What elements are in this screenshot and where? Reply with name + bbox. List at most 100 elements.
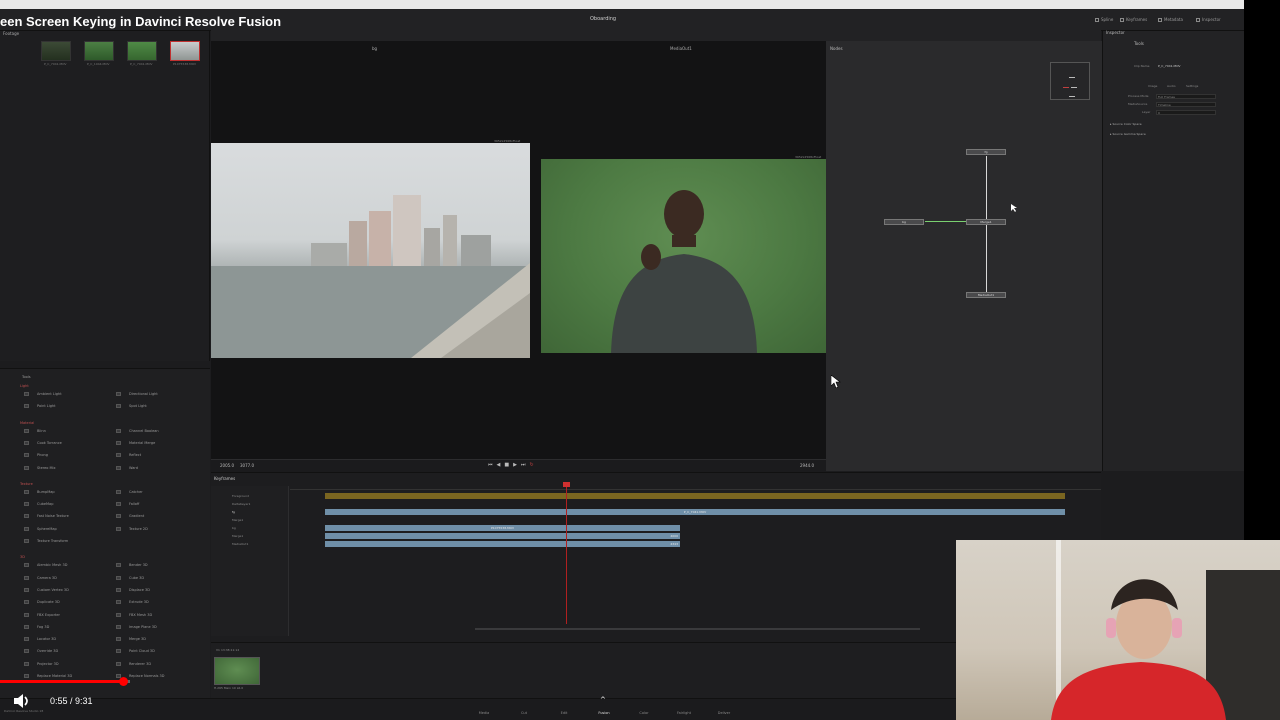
nodes-panel[interactable] <box>826 41 1102 471</box>
effects-category[interactable]: Material <box>20 421 34 425</box>
bg-clip-track[interactable]: P1075538.MOV <box>325 525 680 531</box>
image-subtab[interactable]: Image <box>1148 84 1157 88</box>
render-end-field[interactable]: 3077.0 <box>240 463 254 468</box>
effects-tool-item[interactable]: Phong <box>24 453 48 458</box>
effects-tool-item[interactable]: CubeMap <box>24 502 53 507</box>
node-mediaout1[interactable]: MediaOut1 <box>966 292 1006 298</box>
effects-tool-item[interactable]: Extrude 3D <box>116 600 149 605</box>
foreground-greenscreen-viewer[interactable] <box>541 159 826 353</box>
audio-subtab[interactable]: Audio <box>1167 84 1176 88</box>
effects-tool-item[interactable]: Fog 3D <box>24 624 49 629</box>
page-tab-cut[interactable]: Cut <box>509 711 539 715</box>
page-tab-color[interactable]: Color <box>629 711 659 715</box>
effects-tool-item[interactable]: FBX Exporter <box>24 612 60 617</box>
page-tab-fairlight[interactable]: Fairlight <box>669 711 699 715</box>
metadata-button[interactable]: Metadata <box>1158 17 1183 22</box>
effects-tool-item[interactable]: Override 3D <box>24 649 58 654</box>
kf-tree-item[interactable]: DeltaKeyer1 <box>232 502 250 506</box>
play-icon[interactable]: ▶ <box>513 462 521 468</box>
effects-tool-item[interactable]: Gradient <box>116 514 144 519</box>
effects-tool-item[interactable]: Replace Material 3D <box>24 674 72 678</box>
pool-bin-label[interactable]: Footage <box>3 31 19 36</box>
render-start-field[interactable]: 2005.0 <box>220 463 234 468</box>
effects-tool-item[interactable]: Renderer 3D <box>116 661 151 666</box>
effects-tool-item[interactable]: Duplicate 3D <box>24 600 60 605</box>
layer-select[interactable]: 0 <box>1156 110 1216 115</box>
effects-tool-item[interactable]: FBX Mesh 3D <box>116 612 152 617</box>
inspector-tools-tab[interactable]: Tools <box>1134 41 1144 46</box>
source-gamma-space-section[interactable]: ▸ Source Gamma Space <box>1110 132 1146 136</box>
effects-tool-item[interactable]: Reflect <box>116 453 141 458</box>
effects-tool-item[interactable]: Alembic Mesh 3D <box>24 563 67 568</box>
timeline-clip-thumbnail[interactable] <box>214 657 260 685</box>
effects-tool-item[interactable]: Cook Torrance <box>24 440 62 445</box>
effects-tool-item[interactable]: Cube 3D <box>116 575 144 580</box>
fg-clip-track[interactable]: P_C_7041.MOV <box>325 509 1065 515</box>
current-time-field[interactable]: 2944.0 <box>800 463 814 468</box>
kf-tree-item[interactable]: Foreground <box>232 494 249 498</box>
playhead-handle[interactable] <box>563 482 570 487</box>
volume-icon[interactable] <box>12 693 30 709</box>
kf-tree-item[interactable]: bg <box>232 526 236 530</box>
keyframes-scrollbar[interactable] <box>475 628 920 630</box>
effects-tool-item[interactable]: Stereo Mix <box>24 465 56 470</box>
media-thumb[interactable] <box>41 41 71 61</box>
media-source-select[interactable]: Timeline <box>1156 102 1216 107</box>
playhead[interactable] <box>566 484 567 624</box>
settings-subtab[interactable]: Settings <box>1186 84 1198 88</box>
spline-button[interactable]: Spline <box>1095 17 1113 22</box>
mediaout-track[interactable]: 4343 <box>325 541 680 547</box>
global-range-track[interactable] <box>325 493 1065 499</box>
source-color-space-section[interactable]: ▸ Source Color Space <box>1110 122 1142 126</box>
keyframes-button[interactable]: Keyframes <box>1120 17 1147 22</box>
media-thumb[interactable] <box>127 41 157 61</box>
process-mode-select[interactable]: Full Frames <box>1156 94 1216 99</box>
effects-tool-item[interactable]: Material Merge <box>116 440 155 445</box>
node-merge1[interactable]: Merge1 <box>966 219 1006 225</box>
loop-icon[interactable]: ↻ <box>529 462 537 468</box>
effects-tool-item[interactable]: Point Light <box>24 404 56 409</box>
effects-tool-item[interactable]: Projector 3D <box>24 661 59 666</box>
inspector-button[interactable]: Inspector <box>1196 17 1221 22</box>
effects-tool-item[interactable]: Image Plane 3D <box>116 624 157 629</box>
expand-chevron-icon[interactable]: ^ <box>600 697 608 704</box>
playback-controls[interactable]: ⏮◀■▶⏭↻ <box>488 462 538 468</box>
page-tab-fusion[interactable]: Fusion <box>589 711 619 715</box>
effects-tool-item[interactable]: Spot Light <box>116 404 147 409</box>
media-thumb[interactable] <box>84 41 114 61</box>
node-bg[interactable]: bg <box>884 219 924 225</box>
effects-tool-item[interactable]: Locator 3D <box>24 637 56 642</box>
effects-tool-item[interactable]: Falloff <box>116 502 139 507</box>
effects-tool-item[interactable]: Camera 3D <box>24 575 57 580</box>
effects-category[interactable]: Texture <box>20 482 33 486</box>
video-progress-knob[interactable] <box>118 677 128 686</box>
page-tab-edit[interactable]: Edit <box>549 711 579 715</box>
kf-tree-item[interactable]: MediaOut1 <box>232 542 248 546</box>
effects-tool-item[interactable]: Point Cloud 3D <box>116 649 155 654</box>
effects-tool-item[interactable]: Texture 2D <box>116 526 148 531</box>
page-tab-deliver[interactable]: Deliver <box>709 711 739 715</box>
effects-tool-item[interactable]: Bender 3D <box>116 563 148 568</box>
go-to-start-icon[interactable]: ⏮ <box>488 462 497 468</box>
kf-tree-item[interactable]: Merge1 <box>232 534 243 538</box>
effects-tool-item[interactable]: Custom Vertex 3D <box>24 587 69 592</box>
effects-tool-item[interactable]: Directional Light <box>116 392 158 396</box>
effects-category[interactable]: Light <box>20 384 29 388</box>
effects-tool-item[interactable]: Blinn <box>24 428 46 433</box>
effects-tool-item[interactable]: Displace 3D <box>116 587 150 592</box>
page-tab-media[interactable]: Media <box>469 711 499 715</box>
effects-tool-item[interactable]: BumpMap <box>24 489 55 494</box>
merge-track[interactable]: 4000 <box>325 533 680 539</box>
effects-tool-item[interactable]: Ward <box>116 465 138 470</box>
background-plate-viewer[interactable] <box>211 143 530 358</box>
effects-tool-item[interactable]: Ambient Light <box>24 392 62 396</box>
effects-tool-item[interactable]: Texture Transform <box>24 539 68 543</box>
stop-icon[interactable]: ■ <box>504 462 513 468</box>
nodes-minimap[interactable] <box>1050 62 1090 100</box>
effects-tool-item[interactable]: Channel Boolean <box>116 428 159 433</box>
kf-tree-item[interactable]: fg <box>232 510 235 514</box>
node-fg[interactable]: fg <box>966 149 1006 155</box>
keyframes-ruler[interactable] <box>290 484 1101 490</box>
kf-tree-item[interactable]: Merge1 <box>232 518 243 522</box>
effects-tool-item[interactable]: SphereMap <box>24 526 57 531</box>
